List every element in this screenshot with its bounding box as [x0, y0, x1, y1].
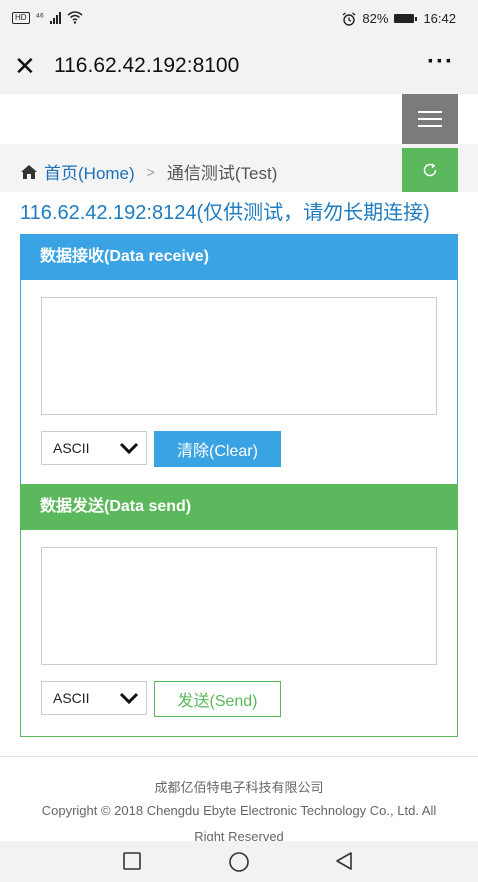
receive-format-value: ASCII	[53, 440, 90, 456]
send-textarea[interactable]	[41, 547, 437, 665]
send-panel-title: 数据发送(Data send)	[20, 484, 458, 530]
receive-textarea[interactable]	[41, 297, 437, 415]
system-nav-bar	[0, 841, 478, 882]
signal-icon	[49, 11, 61, 24]
browser-toolbar: ✕ 116.62.42.192:8100 ···	[0, 40, 478, 94]
back-icon[interactable]	[334, 851, 354, 871]
alarm-icon	[342, 11, 356, 26]
clear-button[interactable]: 清除(Clear)	[154, 431, 281, 467]
footer-company: 成都亿佰特电子科技有限公司	[154, 780, 324, 795]
receive-panel-title: 数据接收(Data receive)	[20, 234, 458, 280]
refresh-icon	[423, 163, 437, 177]
battery-percent: 82%	[362, 11, 389, 26]
menu-bar	[418, 118, 442, 120]
home-nav-icon[interactable]	[228, 851, 250, 873]
network-type: ⁴⁶	[35, 12, 44, 23]
receive-format-select[interactable]: ASCII	[41, 431, 147, 465]
home-icon	[21, 164, 37, 179]
receive-panel: 数据接收(Data receive) ASCII 清除(Clear)	[20, 234, 458, 486]
hamburger-menu-button[interactable]	[402, 94, 458, 144]
breadcrumb-separator: >	[146, 163, 155, 180]
send-format-select[interactable]: ASCII	[41, 681, 147, 715]
breadcrumb-home-link[interactable]: 首页(Home)	[44, 159, 135, 184]
refresh-button[interactable]	[402, 148, 458, 192]
hd-badge: HD	[12, 11, 30, 24]
close-icon[interactable]: ✕	[14, 52, 36, 80]
breadcrumb-current: 通信测试(Test)	[166, 164, 278, 183]
recent-apps-icon[interactable]	[122, 851, 142, 871]
send-format-value: ASCII	[53, 690, 90, 706]
status-right: 82% 16:42	[342, 11, 456, 26]
app-screen: HD ⁴⁶ 82% 16:42 ✕ 116.62.42.192:8100 ···…	[0, 0, 478, 882]
footer-copyright: Copyright © 2018 Chengdu Ebyte Electroni…	[41, 803, 437, 818]
status-left: HD ⁴⁶	[12, 11, 83, 24]
battery-icon	[394, 14, 418, 23]
clock-time: 16:42	[423, 11, 456, 26]
status-bar: HD ⁴⁶ 82% 16:42	[0, 0, 478, 40]
chevron-down-icon	[119, 692, 139, 705]
menu-bar	[418, 125, 442, 127]
send-panel: 数据发送(Data send) ASCII 发送(Send)	[20, 484, 458, 737]
menu-bar	[418, 111, 442, 113]
footer-divider	[0, 756, 478, 757]
server-address: 116.62.42.192:8124(仅供测试，请勿长期连接)	[20, 202, 430, 224]
address-url[interactable]: 116.62.42.192:8100	[54, 54, 239, 78]
send-button[interactable]: 发送(Send)	[154, 681, 281, 717]
breadcrumb: 首页(Home) > 通信测试(Test)	[20, 159, 277, 184]
chevron-down-icon	[119, 442, 139, 455]
more-options-icon[interactable]: ···	[427, 48, 454, 76]
wifi-icon	[67, 11, 83, 24]
